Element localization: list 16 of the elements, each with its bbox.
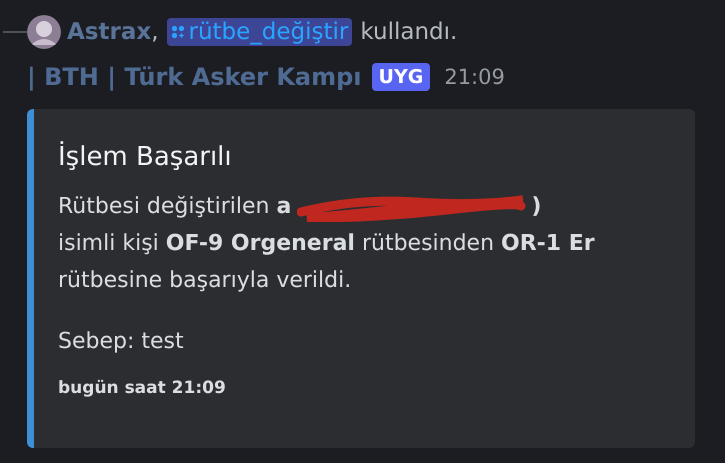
description-text: rütbesine başarıyla verildi.: [58, 267, 352, 295]
embed-title: İşlem Başarılı: [58, 140, 233, 172]
avatar[interactable]: [27, 15, 61, 49]
embed-footer: bugün saat 21:09: [58, 378, 695, 398]
author-name[interactable]: | BTH | Türk Asker Kampı: [27, 63, 362, 91]
timestamp: 21:09: [444, 65, 505, 89]
command-mention[interactable]: rütbe_değiştir: [166, 18, 352, 46]
app-tag: UYG: [372, 63, 430, 91]
username[interactable]: Astrax: [67, 19, 152, 45]
description-text: ): [531, 193, 542, 221]
command-icon: [170, 25, 184, 39]
reason-text: Sebep: test: [58, 329, 185, 354]
action-text: kullandı.: [360, 19, 458, 45]
separator: ,: [151, 19, 158, 45]
description-text: Rütbesi değiştirilen a: [58, 193, 292, 221]
description-text: isimli kişi OF-9 Orgeneral rütbesinden OR-1 Er: [58, 230, 596, 258]
